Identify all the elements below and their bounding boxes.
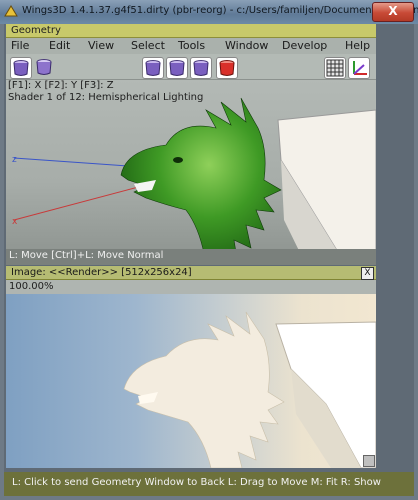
body-select-icon [193, 60, 209, 76]
render-dragon-model [123, 311, 285, 468]
body-select-icon [219, 60, 235, 76]
menu-window[interactable]: Window [225, 39, 268, 53]
axes-toggle-button[interactable] [348, 57, 370, 79]
vertex-select-icon [13, 60, 29, 76]
side-strip [376, 24, 414, 472]
render-image[interactable] [6, 294, 376, 468]
face-select-button-2[interactable] [166, 57, 188, 79]
axes-icon [353, 61, 367, 75]
zoom-level: 100.00% [9, 281, 54, 292]
menu-help[interactable]: Help [345, 39, 370, 53]
viewport-status: L: Move [Ctrl]+L: Move Normal [6, 249, 376, 265]
image-window-title: Image: <<Render>> [512x256x24] [11, 267, 192, 278]
image-window-title-bar[interactable]: Image: <<Render>> [512x256x24] X [6, 266, 376, 280]
menu-select[interactable]: Select [131, 39, 165, 53]
menu-develop[interactable]: Develop [282, 39, 327, 53]
dragon-eye [173, 157, 183, 163]
vertex-select-button[interactable] [10, 57, 32, 79]
menu-view[interactable]: View [88, 39, 114, 53]
toolbar [6, 54, 376, 80]
viewport-status-text: L: Move [Ctrl]+L: Move Normal [9, 250, 164, 261]
scene-canvas: z x [12, 97, 376, 265]
menu-bar: File Edit View Select Tools Window Devel… [6, 38, 376, 54]
geometry-viewport[interactable]: [F1]: X [F2]: Y [F3]: Z Shader 1 of 12: … [6, 80, 376, 265]
render-resize-grip[interactable] [363, 455, 375, 467]
status-bar-text: L: Click to send Geometry Window to Back… [12, 477, 381, 488]
menu-tools[interactable]: Tools [178, 39, 205, 53]
grid-icon [326, 59, 344, 77]
wings3d-app-icon [4, 5, 18, 17]
image-close-button[interactable]: X [361, 267, 374, 280]
os-title-bar[interactable]: Wings3D 1.4.1.37.g4f51.dirty (pbr-reorg)… [0, 0, 418, 24]
body-select-button[interactable] [190, 57, 212, 79]
render-canvas [123, 311, 376, 468]
os-window-title: Wings3D 1.4.1.37.g4f51.dirty (pbr-reorg)… [22, 5, 418, 16]
edge-select-button[interactable] [34, 57, 54, 77]
z-axis-label: z [12, 155, 17, 165]
menu-edit[interactable]: Edit [49, 39, 70, 53]
face-select-icon [145, 60, 161, 76]
face-select-button[interactable] [142, 57, 164, 79]
x-axis-line [13, 184, 147, 221]
geometry-title: Geometry [11, 25, 61, 36]
menu-file[interactable]: File [11, 39, 29, 53]
face-select-icon [169, 60, 185, 76]
x-axis-label: x [12, 217, 18, 227]
edge-select-icon [36, 59, 52, 75]
zoom-row: 100.00% [6, 280, 376, 294]
grid-toggle-button[interactable] [324, 57, 346, 79]
status-bar: L: Click to send Geometry Window to Back… [4, 472, 414, 496]
os-close-button[interactable]: X [372, 2, 414, 22]
dragon-head-model [120, 97, 282, 265]
object-select-button[interactable] [216, 57, 238, 79]
geometry-title-bar[interactable]: Geometry [6, 24, 376, 38]
